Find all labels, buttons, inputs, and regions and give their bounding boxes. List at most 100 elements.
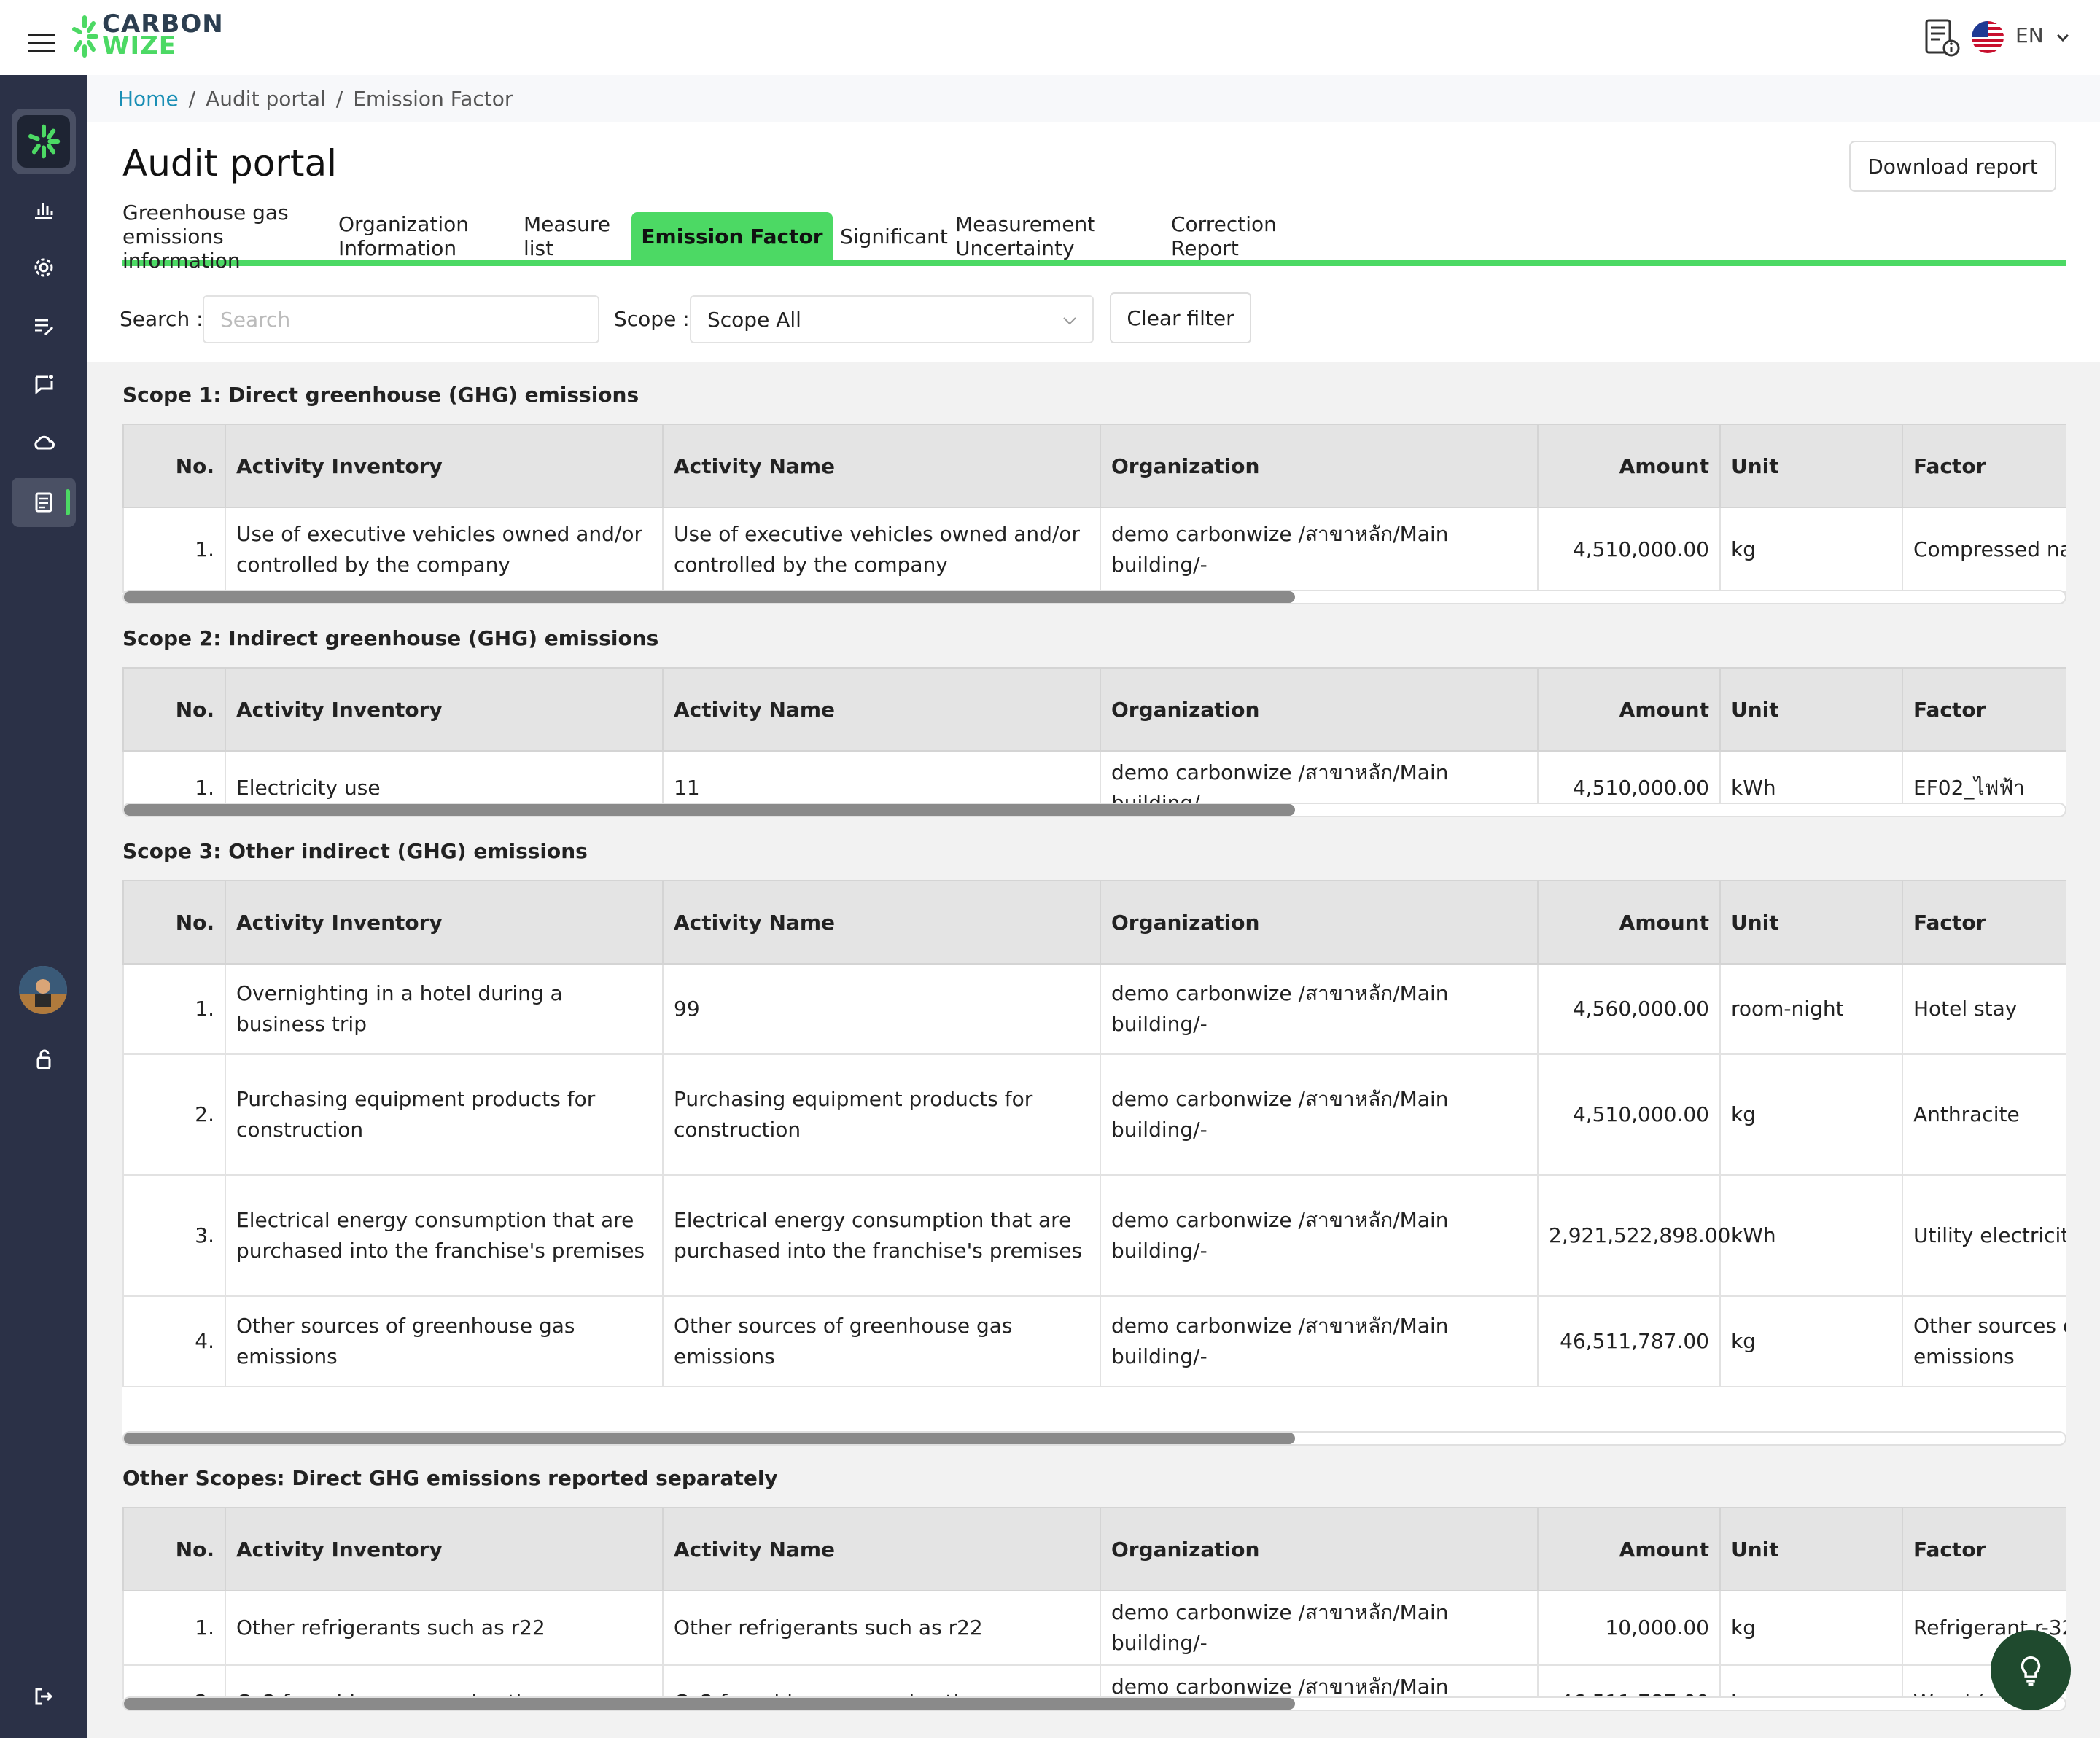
cell-unit: kg — [1719, 1053, 1903, 1176]
cell-activity-name: Co2 from biomass combustion — [662, 1664, 1101, 1699]
cell-no: 2. — [122, 1053, 226, 1176]
cell-organization: demo carbonwize /สาขาหลัก/Main building/… — [1100, 963, 1539, 1055]
tab-emission-factor[interactable]: Emission Factor — [631, 212, 833, 260]
scope-2-scrollbar[interactable] — [122, 803, 2066, 817]
cell-activity-name: 99 — [662, 963, 1101, 1055]
cell-unit: kg — [1719, 507, 1903, 593]
breadcrumb-audit-portal[interactable]: Audit portal — [206, 87, 326, 111]
clear-filter-button[interactable]: Clear filter — [1110, 292, 1251, 343]
logo-mark-icon — [72, 15, 98, 58]
cell-activity-name: Electrical energy consumption that are p… — [662, 1174, 1101, 1297]
cell-unit: kg — [1719, 1664, 1903, 1699]
column-header-activity-inventory: Activity Inventory — [225, 424, 664, 508]
tab-organization-information[interactable]: Organization Information — [338, 212, 524, 260]
cell-activity-inventory: Overnighting in a hotel during a busines… — [225, 963, 664, 1055]
column-header-amount: Amount — [1537, 1507, 1721, 1591]
column-header-factor: Factor — [1902, 667, 2066, 752]
cell-factor: Hotel stay — [1902, 963, 2066, 1055]
breadcrumb-home[interactable]: Home — [118, 87, 179, 111]
avatar[interactable] — [19, 966, 67, 1014]
cell-amount: 4,560,000.00 — [1537, 963, 1721, 1055]
cell-factor: Compressed nat — [1902, 507, 2066, 593]
sidebar-item-logout[interactable] — [12, 1672, 76, 1721]
cell-activity-inventory: Other sources of greenhouse gas emission… — [225, 1295, 664, 1387]
tab-measure-list[interactable]: Measure list — [524, 212, 631, 260]
other-scopes-table: No. Activity Inventory Activity Name Organi… — [122, 1507, 2066, 1699]
tab-measurement-uncertainty[interactable]: Measurement Uncertainty — [955, 212, 1171, 260]
scope-1-title: Scope 1: Direct greenhouse (GHG) emissio… — [122, 383, 639, 407]
document-info-icon[interactable] — [1924, 17, 1960, 57]
sidebar-item-home[interactable] — [12, 109, 76, 174]
table-row[interactable]: 1. Other refrigerants such as r22 Other re… — [122, 1590, 2066, 1666]
column-header-organization: Organization — [1100, 424, 1539, 508]
scrollbar-thumb[interactable] — [124, 1698, 1295, 1710]
column-header-activity-inventory: Activity Inventory — [225, 1507, 664, 1591]
column-header-activity-inventory: Activity Inventory — [225, 667, 664, 752]
table-row[interactable]: 4. Other sources of greenhouse gas emissi… — [122, 1295, 2066, 1387]
sidebar-item-edit-list[interactable] — [12, 301, 76, 351]
sidebar-item-lock[interactable] — [12, 1034, 76, 1084]
us-flag-icon[interactable] — [1972, 21, 2004, 53]
menu-icon[interactable] — [28, 34, 55, 52]
column-header-amount: Amount — [1537, 424, 1721, 508]
search-input[interactable] — [203, 295, 599, 343]
sidebar-item-audit-portal[interactable] — [12, 478, 76, 527]
sidebar-item-messages[interactable] — [12, 359, 76, 409]
cell-activity-inventory: Electrical energy consumption that are p… — [225, 1174, 664, 1297]
tab-correction-report[interactable]: Correction Report — [1171, 212, 1342, 260]
scope-select[interactable]: Scope All — [690, 295, 1094, 343]
scope-1-scrollbar[interactable] — [122, 590, 2066, 604]
chevron-down-icon[interactable] — [2055, 29, 2071, 45]
column-header-unit: Unit — [1719, 1507, 1903, 1591]
scrollbar-thumb[interactable] — [124, 804, 1295, 816]
table-row[interactable]: 3. Electrical energy consumption that are… — [122, 1174, 2066, 1297]
table-header-row: No. Activity Inventory Activity Name Organi… — [122, 667, 2066, 752]
tab-ghg-information[interactable]: Greenhouse gas emissions information — [122, 200, 338, 273]
cloud-icon — [34, 435, 55, 450]
scrollbar-thumb[interactable] — [124, 591, 1295, 603]
scope-3-table: No. Activity Inventory Activity Name Organi… — [122, 880, 2066, 1437]
download-report-button[interactable]: Download report — [1849, 141, 2056, 192]
table-header-row: No. Activity Inventory Activity Name Organi… — [122, 1507, 2066, 1591]
cell-amount: 46,511,787.00 — [1537, 1295, 1721, 1387]
tab-significant[interactable]: Significant — [833, 212, 955, 260]
sidebar-item-cloud[interactable] — [12, 418, 76, 467]
logo-mark-icon — [28, 124, 61, 159]
sidebar-item-dashboard[interactable] — [12, 184, 76, 234]
column-header-no: No. — [122, 1507, 226, 1591]
language-label[interactable]: EN — [2015, 23, 2044, 47]
tab-bar: Greenhouse gas emissions information Org… — [122, 200, 2066, 273]
cell-activity-name: Other refrigerants such as r22 — [662, 1590, 1101, 1666]
scope-select-value: Scope All — [707, 307, 801, 332]
help-button[interactable] — [1991, 1630, 2071, 1710]
document-icon — [35, 492, 52, 513]
table-row[interactable]: 2.Co2 from biomass combustionCo2 from bi… — [122, 1664, 2066, 1699]
breadcrumb-current: Emission Factor — [353, 87, 513, 111]
other-scopes-title: Other Scopes: Direct GHG emissions repor… — [122, 1466, 778, 1490]
scope-1-table: No. Activity Inventory Activity Name Organi… — [122, 424, 2066, 594]
table-row[interactable]: 1. Overnighting in a hotel during a busin… — [122, 963, 2066, 1055]
cell-organization: demo carbonwize /สาขาหลัก/Main building/… — [1100, 750, 1539, 808]
table-row[interactable]: 1. Electricity use 11 demo carbonwize /สาขา… — [122, 750, 2066, 808]
table-row[interactable]: 2. Purchasing equipment products for cons… — [122, 1053, 2066, 1176]
cell-unit: kg — [1719, 1295, 1903, 1387]
cell-organization: demo carbonwize /สาขาหลัก/Main building/… — [1100, 1174, 1539, 1297]
column-header-factor: Factor — [1902, 424, 2066, 508]
cell-unit: room-night — [1719, 963, 1903, 1055]
column-header-activity-name: Activity Name — [662, 1507, 1101, 1591]
bar-chart-icon — [35, 203, 53, 219]
cell-factor: Utility electricity — [1902, 1174, 2066, 1297]
other-scopes-scrollbar[interactable] — [122, 1696, 2066, 1711]
edit-list-icon — [35, 319, 54, 336]
scope-3-scrollbar[interactable] — [122, 1431, 2066, 1446]
table-row[interactable]: 1. Use of executive vehicles owned and/or… — [122, 507, 2066, 593]
sidebar-item-settings[interactable] — [12, 243, 76, 292]
cell-no: 2. — [122, 1664, 226, 1699]
cell-activity-inventory: Electricity use — [225, 750, 664, 808]
scrollbar-thumb[interactable] — [124, 1433, 1295, 1444]
cell-activity-inventory: Purchasing equipment products for constr… — [225, 1053, 664, 1176]
table-header-row: No. Activity Inventory Activity Name Organi… — [122, 880, 2066, 965]
column-header-organization: Organization — [1100, 1507, 1539, 1591]
header-panel: Audit portal Download report Greenhouse … — [88, 122, 2100, 362]
filter-bar: Search : Scope : Scope All Clear filter — [88, 291, 2100, 348]
